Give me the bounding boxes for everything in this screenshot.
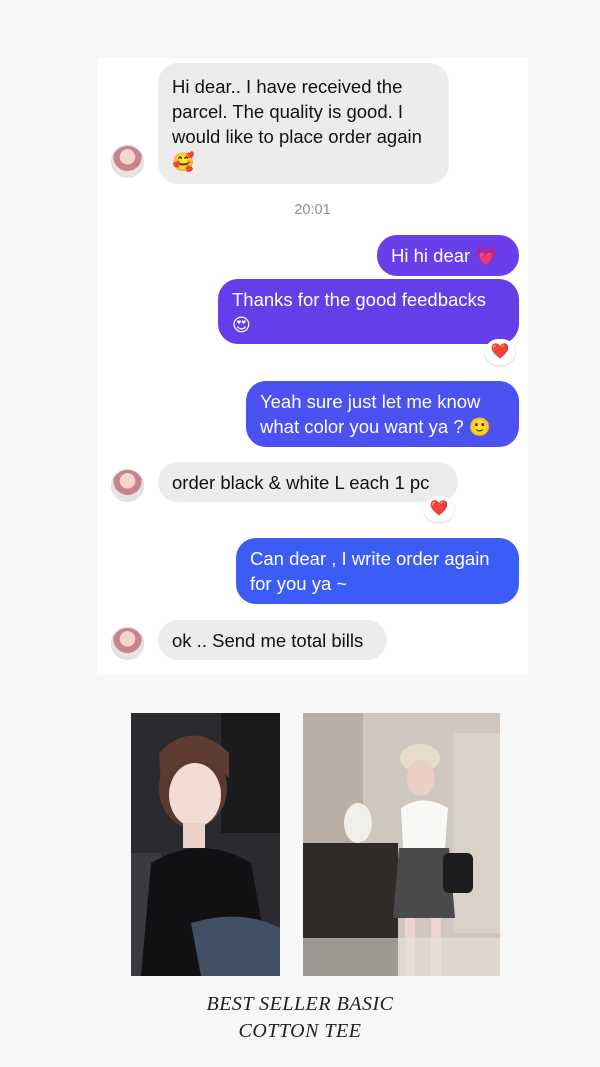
outgoing-message[interactable]: Yeah sure just let me know what color yo… — [246, 381, 519, 447]
message-text: order black & white L each 1 pc — [172, 472, 430, 493]
contact-avatar[interactable] — [111, 469, 144, 502]
product-photo-black-tee[interactable] — [131, 713, 280, 976]
smiling-hearts-emoji: 🥰 — [172, 152, 195, 172]
slightly-smiling-emoji: 🙂 — [468, 417, 492, 437]
heart-icon[interactable]: ❤️ — [424, 496, 454, 522]
chat-panel: Hi dear.. I have received the parcel. Th… — [97, 58, 528, 674]
outgoing-message[interactable]: Can dear , I write order again for you y… — [236, 538, 519, 604]
message-text: Hi hi dear — [391, 245, 471, 266]
heart-icon[interactable]: ❤️ — [485, 339, 515, 365]
message-text: Yeah sure just let me know what color yo… — [260, 391, 481, 437]
caption-line-1: BEST SELLER BASIC — [206, 993, 394, 1015]
message-text: ok .. Send me total bills — [172, 630, 364, 651]
message-text: Can dear , I write order again for you y… — [250, 548, 490, 594]
incoming-message[interactable]: order black & white L each 1 pc — [158, 462, 458, 502]
message-timestamp: 20:01 — [294, 202, 331, 218]
pink-heart-emoji: 💗 — [475, 246, 498, 266]
outgoing-message[interactable]: Hi hi dear 💗 — [377, 235, 519, 276]
contact-avatar[interactable] — [111, 627, 144, 660]
contact-avatar[interactable] — [111, 145, 144, 178]
message-text: Hi dear.. I have received the parcel. Th… — [172, 76, 422, 147]
incoming-message[interactable]: Hi dear.. I have received the parcel. Th… — [158, 63, 449, 184]
product-photo-white-tee[interactable] — [303, 713, 500, 976]
message-text: Thanks for the good feedbacks — [232, 289, 487, 310]
outgoing-message[interactable]: Thanks for the good feedbacks 😍 — [218, 279, 519, 344]
heart-eyes-emoji: 😍 — [232, 315, 251, 335]
caption-line-2: COTTON TEE — [238, 1020, 362, 1042]
incoming-message[interactable]: ok .. Send me total bills — [158, 620, 387, 660]
